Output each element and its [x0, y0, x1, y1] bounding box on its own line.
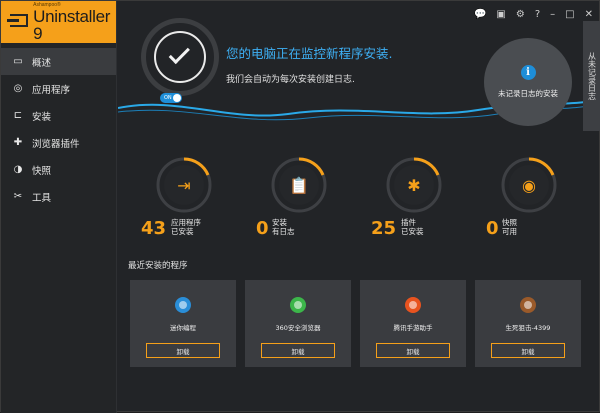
stat-label: 安装 有日志 [272, 218, 295, 237]
tencent-game-icon [404, 296, 422, 314]
stat-value: 0 [256, 218, 269, 239]
sidebar-item-label: 概述 [32, 57, 52, 69]
logo-icon [7, 14, 28, 30]
uninstall-button[interactable]: 卸载 [261, 343, 335, 358]
monitor-title: 您的电脑正在监控新程序安装. [226, 46, 393, 61]
sidebar-item-4[interactable]: ◑ 快照 [1, 156, 116, 183]
recent-program-card: 迷你编程 卸载 [130, 280, 236, 367]
stat-label-line1: 插件 [401, 218, 416, 227]
unlogged-installs-label: 未记录日志的安装 [498, 89, 558, 98]
monitor-icon: ▭ [13, 56, 23, 67]
monitor-banner: ON 您的电脑正在监控新程序安装. 我们会自动为每次安装创建日志. i 未记录日… [118, 1, 600, 141]
recent-program-card: 生死狙击-4399 卸载 [475, 280, 581, 367]
stat-label-line2: 已安装 [401, 227, 424, 237]
stat-1[interactable]: 📋 0 安装 有日志 [234, 156, 344, 241]
unlogged-installs-button[interactable]: i 未记录日志的安装 [484, 38, 572, 126]
app-logo: Ashampoo® Uninstaller 9 [1, 1, 116, 43]
recent-installs-title: 最近安装的程序 [128, 261, 188, 271]
stat-0[interactable]: ⇥ 43 应用程序 已安装 [119, 156, 229, 241]
stat-label: 快照 可用 [502, 218, 517, 237]
game-avatar-icon [519, 296, 537, 314]
clipboard-icon: 📋 [289, 175, 309, 195]
sidebar-item-3[interactable]: ✚ 浏览器插件 [1, 129, 116, 156]
stat-2[interactable]: ✱ 25 插件 已安装 [349, 156, 459, 241]
puzzle-icon: ✚ [13, 137, 23, 148]
recent-program-card: 360安全浏览器 卸载 [245, 280, 351, 367]
browser-360-icon [289, 296, 307, 314]
recent-program-card: 腾讯手游助手 卸载 [360, 280, 466, 367]
sidebar-item-label: 应用程序 [32, 84, 71, 96]
uninstall-button[interactable]: 卸载 [376, 343, 450, 358]
sidebar-item-2[interactable]: ⊏ 安装 [1, 102, 116, 129]
app-window: Ashampoo® Uninstaller 9 ▭ 概述 ◎ 应用程序 ⊏ 安装 ✚ 浏览器插… [0, 0, 600, 413]
stat-value: 25 [371, 218, 397, 239]
check-icon [168, 42, 190, 65]
sidebar-item-5[interactable]: ✂ 工具 [1, 183, 116, 210]
install-icon: ⊏ [13, 110, 23, 121]
program-name: 360安全浏览器 [275, 324, 321, 332]
stat-ring: ✱ [385, 156, 443, 214]
program-name: 迷你编程 [170, 324, 196, 332]
sidebar-item-label: 工具 [32, 192, 52, 204]
stat-label: 插件 已安装 [401, 218, 424, 237]
info-icon: i [520, 65, 536, 80]
sidebar-item-label: 浏览器插件 [32, 138, 80, 150]
stat-label-line2: 可用 [502, 227, 517, 237]
program-name: 生死狙击-4399 [505, 324, 551, 332]
snapshot-icon: ◉ [522, 175, 536, 195]
side-tab-label: 从未记录日志 [587, 52, 597, 100]
snapshot-icon: ◑ [13, 164, 23, 175]
tools-icon: ✂ [13, 191, 23, 202]
stat-label-line1: 安装 [272, 218, 287, 227]
stat-ring: ◉ [500, 156, 558, 214]
sidebar-item-label: 安装 [32, 111, 52, 123]
stat-ring: 📋 [270, 156, 328, 214]
mini-programming-icon [174, 296, 192, 314]
stat-3[interactable]: ◉ 0 快照 可用 [464, 156, 574, 241]
monitor-gauge [141, 18, 219, 96]
logo-name: Uninstaller 9 [33, 6, 111, 43]
stat-value: 43 [141, 218, 167, 239]
sidebar-item-0[interactable]: ▭ 概述 [1, 48, 116, 75]
sidebar: Ashampoo® Uninstaller 9 ▭ 概述 ◎ 应用程序 ⊏ 安装 ✚ 浏览器插… [1, 1, 117, 413]
puzzle-icon: ✱ [407, 175, 421, 195]
stat-label-line1: 快照 [502, 218, 517, 227]
stat-label-line2: 有日志 [272, 227, 295, 237]
sidebar-nav: ▭ 概述 ◎ 应用程序 ⊏ 安装 ✚ 浏览器插件 ◑ 快照 ✂ 工具 [1, 48, 116, 210]
stat-label: 应用程序 已安装 [171, 218, 201, 237]
side-tab[interactable]: 从未记录日志 [583, 21, 600, 131]
sidebar-item-label: 快照 [32, 165, 52, 177]
stat-ring: ⇥ [155, 156, 213, 214]
install-screen-icon: ⇥ [177, 175, 191, 195]
stat-value: 0 [486, 218, 499, 239]
monitor-subtitle: 我们会自动为每次安装创建日志. [226, 75, 355, 85]
apps-icon: ◎ [13, 83, 23, 94]
stat-label-line2: 已安装 [171, 227, 194, 237]
uninstall-button[interactable]: 卸载 [146, 343, 220, 358]
uninstall-button[interactable]: 卸载 [491, 343, 565, 358]
program-name: 腾讯手游助手 [393, 324, 433, 332]
stat-label-line1: 应用程序 [171, 218, 201, 227]
sidebar-item-1[interactable]: ◎ 应用程序 [1, 75, 116, 102]
